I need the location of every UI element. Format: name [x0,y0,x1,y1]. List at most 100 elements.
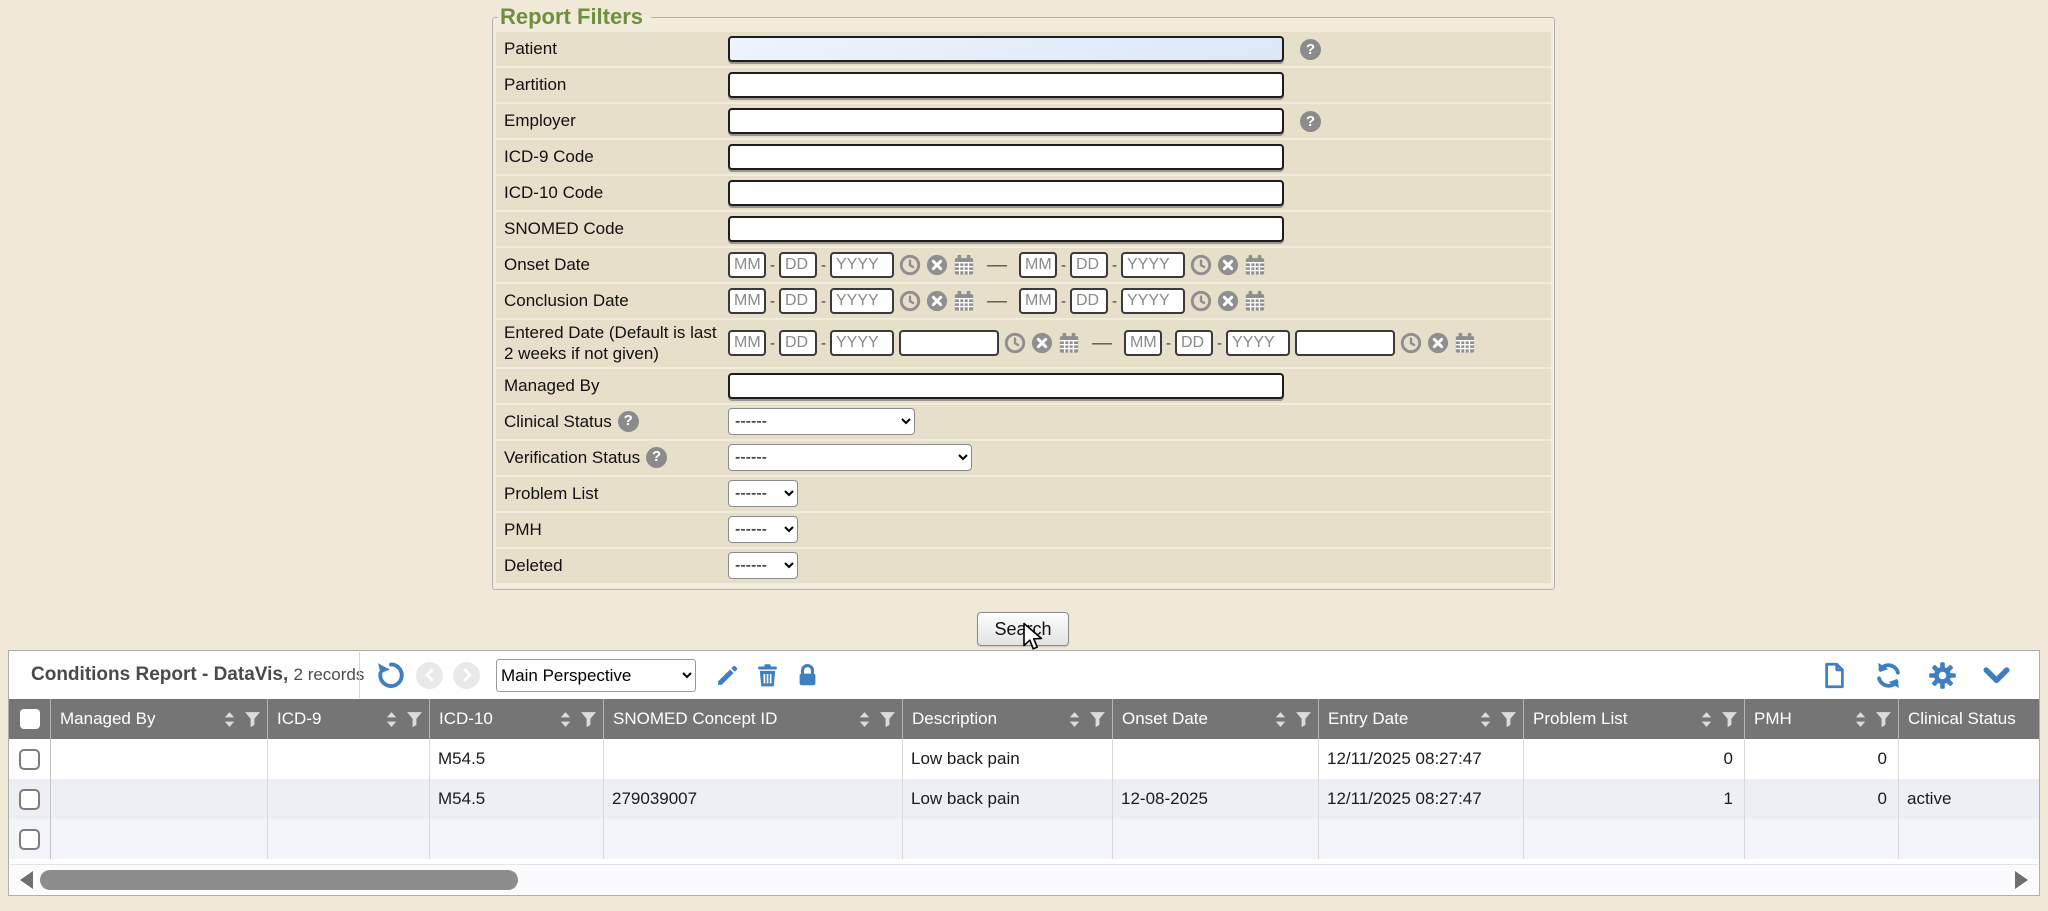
day-input[interactable] [1175,330,1213,356]
scroll-right-icon[interactable] [2015,871,2028,889]
month-input[interactable] [1019,288,1057,314]
column-header-snomed-concept-id[interactable]: SNOMED Concept ID [604,699,903,739]
year-input[interactable] [830,288,894,314]
year-input[interactable] [830,252,894,278]
clock-icon[interactable] [1400,332,1422,354]
clear-icon[interactable] [1217,290,1239,312]
column-header-pmh[interactable]: PMH [1745,699,1899,739]
verification-status-select[interactable]: ------ [728,444,972,471]
clock-icon[interactable] [1190,290,1212,312]
problem-list-select[interactable]: ------ [728,480,798,507]
year-input[interactable] [1226,330,1290,356]
day-input[interactable] [779,252,817,278]
partition-input[interactable] [728,72,1284,98]
prev-icon[interactable] [416,662,443,689]
scrollbar-thumb[interactable] [40,870,518,890]
filter-icon[interactable] [1500,711,1517,728]
filter-icon[interactable] [406,711,423,728]
sort-icon[interactable] [856,711,873,728]
clear-icon[interactable] [1031,332,1053,354]
column-header-icd-9[interactable]: ICD-9 [268,699,430,739]
icd9-code-input[interactable] [728,144,1284,170]
sort-icon[interactable] [1066,711,1083,728]
filter-icon[interactable] [1721,711,1738,728]
clear-icon[interactable] [926,254,948,276]
select-all-header-cell[interactable] [9,699,51,739]
sort-icon[interactable] [557,711,574,728]
sort-icon[interactable] [383,711,400,728]
chevron-down-icon[interactable] [1981,660,2011,690]
column-header-problem-list[interactable]: Problem List [1524,699,1745,739]
gear-icon[interactable] [1927,660,1957,690]
pmh-select[interactable]: ------ [728,516,798,543]
clear-icon[interactable] [926,290,948,312]
month-input[interactable] [728,330,766,356]
row-checkbox[interactable] [19,829,40,850]
perspective-select[interactable]: Main Perspective [496,659,696,692]
clock-icon[interactable] [899,254,921,276]
deleted-select[interactable]: ------ [728,552,798,579]
sort-icon[interactable] [1698,711,1715,728]
calendar-icon[interactable] [1454,332,1476,354]
search-button[interactable]: Search [977,612,1069,646]
calendar-icon[interactable] [1244,290,1266,312]
patient-input[interactable] [728,36,1284,62]
employer-input[interactable] [728,108,1284,134]
clear-icon[interactable] [1427,332,1449,354]
column-header-description[interactable]: Description [903,699,1113,739]
day-input[interactable] [779,330,817,356]
next-icon[interactable] [453,662,480,689]
filter-icon[interactable] [244,711,261,728]
column-header-entry-date[interactable]: Entry Date [1319,699,1524,739]
sort-icon[interactable] [1477,711,1494,728]
filter-icon[interactable] [1295,711,1312,728]
calendar-icon[interactable] [953,254,975,276]
sort-icon[interactable] [1272,711,1289,728]
edit-icon[interactable] [712,660,742,690]
filter-icon[interactable] [580,711,597,728]
year-input[interactable] [1121,288,1185,314]
select-all-checkbox[interactable] [20,709,40,729]
month-input[interactable] [728,288,766,314]
refresh-icon[interactable] [1873,660,1903,690]
help-icon[interactable]: ? [1300,39,1321,60]
column-header-onset-date[interactable]: Onset Date [1113,699,1319,739]
managed-by-input[interactable] [728,373,1284,399]
clock-icon[interactable] [1190,254,1212,276]
scroll-left-icon[interactable] [20,871,33,889]
day-input[interactable] [1070,288,1108,314]
month-input[interactable] [728,252,766,278]
new-file-icon[interactable] [1819,660,1849,690]
help-icon[interactable]: ? [646,447,667,468]
year-input[interactable] [830,330,894,356]
filter-icon[interactable] [1089,711,1106,728]
year-input[interactable] [1121,252,1185,278]
clock-icon[interactable] [1004,332,1026,354]
day-input[interactable] [779,288,817,314]
help-icon[interactable]: ? [1300,111,1321,132]
icd10-code-input[interactable] [728,180,1284,206]
snomed-code-input[interactable] [728,216,1284,242]
month-input[interactable] [1019,252,1057,278]
time-input[interactable] [1295,330,1395,356]
clinical-status-select[interactable]: ------ [728,408,915,435]
lock-icon[interactable] [792,660,822,690]
clear-icon[interactable] [1217,254,1239,276]
help-icon[interactable]: ? [618,411,639,432]
delete-icon[interactable] [752,660,782,690]
filter-icon[interactable] [879,711,896,728]
column-header-icd-10[interactable]: ICD-10 [430,699,604,739]
row-checkbox[interactable] [19,749,40,770]
sort-icon[interactable] [1852,711,1869,728]
time-input[interactable] [899,330,999,356]
horizontal-scrollbar[interactable] [10,864,2038,894]
filter-icon[interactable] [1875,711,1892,728]
column-header-clinical-status[interactable]: Clinical Status [1899,699,2039,739]
clock-icon[interactable] [899,290,921,312]
calendar-icon[interactable] [1244,254,1266,276]
column-header-managed-by[interactable]: Managed By [51,699,268,739]
undo-icon[interactable] [376,660,406,690]
month-input[interactable] [1124,330,1162,356]
day-input[interactable] [1070,252,1108,278]
sort-icon[interactable] [221,711,238,728]
